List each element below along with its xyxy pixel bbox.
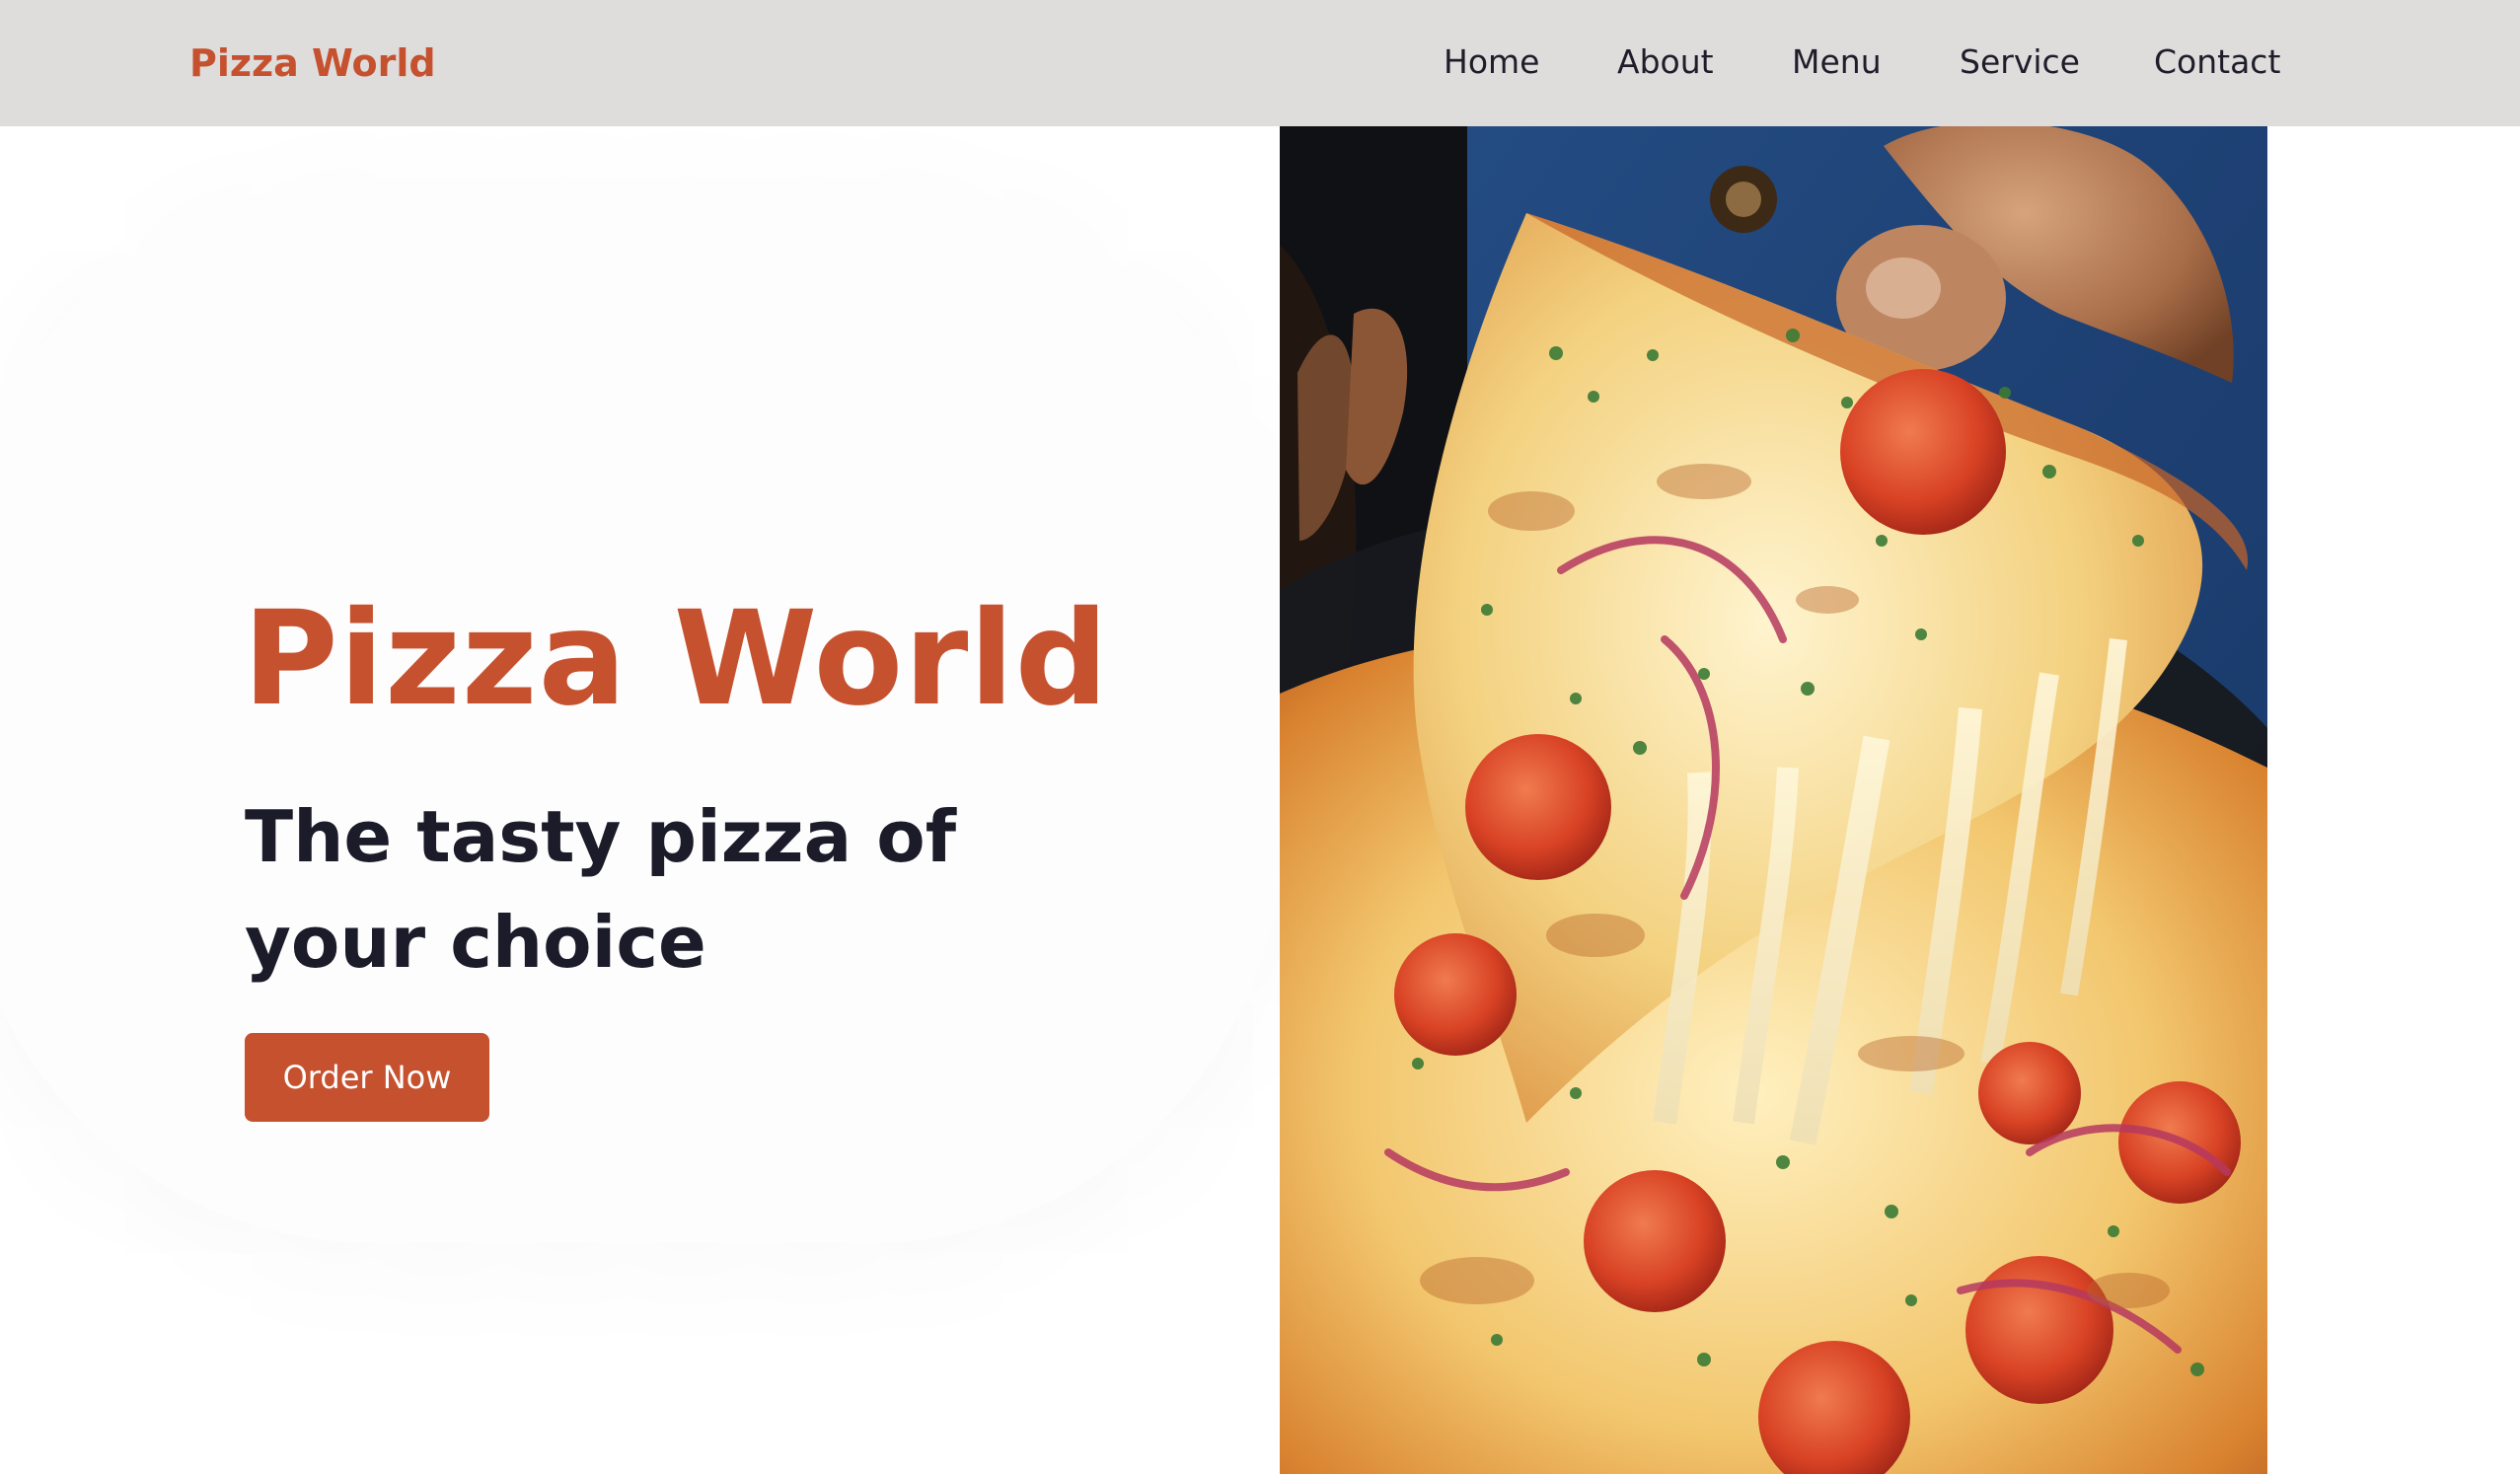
- hero-subtitle: The tasty pizza of your choice: [245, 795, 957, 984]
- navbar: Pizza World Home About Menu Service Cont…: [0, 0, 2520, 126]
- brand-logo[interactable]: Pizza World: [189, 0, 436, 126]
- order-now-button[interactable]: Order Now: [245, 1033, 489, 1122]
- nav-link-service[interactable]: Service: [1960, 0, 2080, 126]
- nav-link-contact[interactable]: Contact: [2154, 0, 2280, 126]
- nav-link-home[interactable]: Home: [1444, 0, 1539, 126]
- hero-title: Pizza World: [243, 583, 1110, 735]
- landing-page: Pizza World Home About Menu Service Cont…: [0, 0, 2520, 1474]
- nav-link-about[interactable]: About: [1617, 0, 1714, 126]
- hero-pizza-image: [1280, 126, 2267, 1474]
- pizza-photo-illustration: [1280, 126, 2267, 1474]
- nav-link-menu[interactable]: Menu: [1792, 0, 1882, 126]
